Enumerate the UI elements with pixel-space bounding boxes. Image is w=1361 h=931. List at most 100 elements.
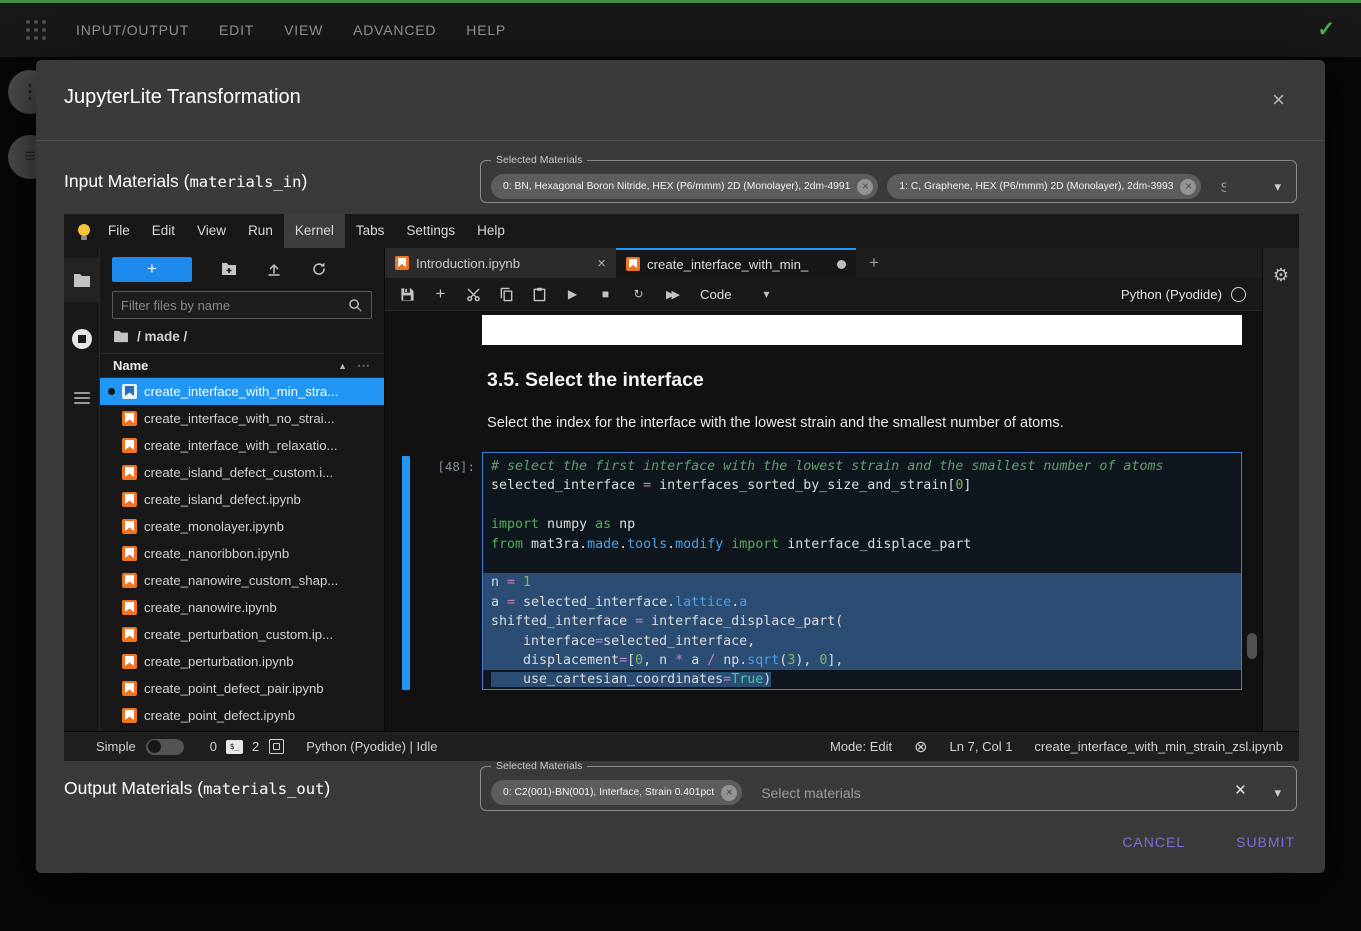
simple-mode-toggle[interactable] [146, 739, 184, 755]
menu-input-output[interactable]: INPUT/OUTPUT [74, 18, 191, 42]
kernel-status-icon[interactable] [1231, 287, 1246, 302]
terminal-icon[interactable]: $_ [226, 740, 243, 754]
output-materials-legend: Selected Materials [491, 760, 587, 772]
filter-files-input[interactable] [121, 298, 348, 313]
table-of-contents-tab[interactable] [64, 376, 100, 420]
new-launcher-button[interactable]: + [112, 257, 192, 282]
jmenu-kernel[interactable]: Kernel [284, 214, 345, 248]
run-cell-button[interactable]: ▶ [556, 278, 589, 311]
jmenu-file[interactable]: File [97, 214, 141, 248]
select-materials-placeholder[interactable]: Select materials [761, 785, 861, 801]
file-row[interactable]: create_interface_with_min_stra... [100, 378, 384, 405]
file-name: create_perturbation.ipynb [144, 654, 294, 669]
file-row[interactable]: create_perturbation.ipynb [100, 648, 384, 675]
chip-remove-icon[interactable]: × [721, 785, 737, 801]
clear-selection-icon[interactable]: × [1235, 780, 1246, 802]
app-grid-icon[interactable] [26, 20, 46, 40]
copy-icon [499, 287, 514, 302]
file-row[interactable]: create_nanowire_custom_shap... [100, 567, 384, 594]
file-row[interactable]: create_nanoribbon.ipynb [100, 540, 384, 567]
kernel-status-text[interactable]: Python (Pyodide) | Idle [306, 739, 437, 754]
material-chip-0[interactable]: 0: BN, Hexagonal Boron Nitride, HEX (P6/… [491, 174, 878, 199]
material-chip-1[interactable]: 1: C, Graphene, HEX (P6/mmm) 2D (Monolay… [887, 174, 1201, 199]
mode-indicator[interactable]: Mode: Edit [830, 739, 892, 754]
menu-advanced[interactable]: ADVANCED [351, 18, 438, 42]
dropdown-caret-icon[interactable]: ▾ [1274, 785, 1281, 801]
notebook-scrollbar-thumb[interactable] [1247, 633, 1257, 659]
chip-remove-icon[interactable]: × [857, 179, 873, 195]
sort-ascending-icon[interactable]: ▲ [338, 361, 347, 371]
chip-remove-icon[interactable]: × [1180, 179, 1196, 195]
property-inspector-gear-icon[interactable]: ⚙ [1273, 266, 1289, 731]
cells-scroll-area[interactable]: 3.5. Select the interface Select the ind… [385, 311, 1262, 731]
paste-cells-button[interactable] [523, 278, 556, 311]
file-browser-tab[interactable] [64, 258, 100, 302]
column-menu-icon[interactable]: ⋯ [357, 358, 371, 374]
trust-shield-icon[interactable]: ⊗ [914, 737, 927, 757]
jmenu-run[interactable]: Run [237, 214, 284, 248]
jmenu-view[interactable]: View [186, 214, 237, 248]
cursor-position[interactable]: Ln 7, Col 1 [950, 739, 1013, 754]
file-row[interactable]: create_interface_with_no_strai... [100, 405, 384, 432]
code-editor[interactable]: # select the first interface with the lo… [482, 452, 1242, 690]
jmenu-tabs[interactable]: Tabs [345, 214, 396, 248]
file-row[interactable]: create_monolayer.ipynb [100, 513, 384, 540]
jupyter-menu: File Edit View Run Kernel Tabs Settings … [97, 214, 516, 248]
top-menu-bar: INPUT/OUTPUT EDIT VIEW ADVANCED HELP ✓ [0, 3, 1361, 57]
cell-type-select[interactable]: Code [700, 287, 732, 302]
breadcrumb-folder-icon [113, 330, 129, 343]
file-row[interactable]: create_island_defect.ipynb [100, 486, 384, 513]
new-tab-button[interactable]: + [856, 248, 892, 278]
output-material-chip-0[interactable]: 0: C2(001)-BN(001), Interface, Strain 0.… [491, 780, 742, 805]
dialog-close-icon[interactable]: × [1272, 90, 1285, 110]
file-row[interactable]: create_interface_with_relaxatio... [100, 432, 384, 459]
code-line [483, 554, 1241, 573]
jmenu-help[interactable]: Help [466, 214, 516, 248]
file-row[interactable]: create_island_defect_custom.i... [100, 459, 384, 486]
jmenu-edit[interactable]: Edit [141, 214, 186, 248]
cut-cells-button[interactable] [457, 278, 490, 311]
tab-close-icon[interactable]: × [597, 255, 606, 272]
saved-check-icon[interactable]: ✓ [1317, 17, 1335, 42]
notebook-file-icon [122, 465, 137, 480]
notebook-file-icon [122, 438, 137, 453]
select-materials-placeholder[interactable]: Select materials [1220, 179, 1226, 195]
cell-type-caret-icon[interactable]: ▾ [764, 287, 770, 301]
menu-edit[interactable]: EDIT [217, 18, 256, 42]
copy-cells-button[interactable] [490, 278, 523, 311]
breadcrumb[interactable]: / made / [100, 319, 384, 353]
save-button[interactable] [391, 278, 424, 311]
tab-introduction[interactable]: Introduction.ipynb × [385, 248, 616, 278]
refresh-icon[interactable] [311, 261, 327, 277]
breadcrumb-path: / made / [137, 329, 187, 344]
menu-help[interactable]: HELP [464, 18, 508, 42]
restart-kernel-button[interactable]: ↻ [622, 278, 655, 311]
code-line: from mat3ra.made.tools.modify import int… [483, 535, 1241, 554]
kernel-name[interactable]: Python (Pyodide) [1121, 287, 1222, 302]
kernel-chip-icon[interactable] [269, 739, 284, 754]
cancel-button[interactable]: CANCEL [1120, 828, 1187, 856]
menu-view[interactable]: VIEW [282, 18, 325, 42]
file-row[interactable]: create_nanowire.ipynb [100, 594, 384, 621]
file-name: create_point_defect_pair.ipynb [144, 681, 324, 696]
stop-kernel-button[interactable]: ■ [589, 278, 622, 311]
submit-button[interactable]: SUBMIT [1234, 828, 1297, 856]
file-row[interactable]: create_perturbation_custom.ip... [100, 621, 384, 648]
file-list-header[interactable]: Name ▲ ⋯ [100, 353, 384, 378]
active-cell-collapser[interactable] [402, 456, 410, 690]
new-folder-icon[interactable] [221, 261, 237, 277]
code-line [483, 496, 1241, 515]
jupyterlite-embed: File Edit View Run Kernel Tabs Settings … [64, 214, 1299, 761]
dropdown-caret-icon[interactable]: ▾ [1274, 179, 1281, 195]
file-name: create_interface_with_no_strai... [144, 411, 335, 426]
add-cell-button[interactable]: + [424, 278, 457, 311]
notebook-file-icon [122, 519, 137, 534]
running-kernels-tab[interactable] [64, 317, 100, 361]
tab-create-interface[interactable]: create_interface_with_min_ [616, 248, 856, 278]
restart-run-all-button[interactable]: ▶▶ [655, 278, 688, 311]
file-row[interactable]: create_point_defect.ipynb [100, 702, 384, 729]
file-row[interactable]: create_point_defect_pair.ipynb [100, 675, 384, 702]
notebook-tab-icon [395, 256, 409, 270]
jmenu-settings[interactable]: Settings [395, 214, 466, 248]
upload-icon[interactable] [266, 261, 282, 277]
